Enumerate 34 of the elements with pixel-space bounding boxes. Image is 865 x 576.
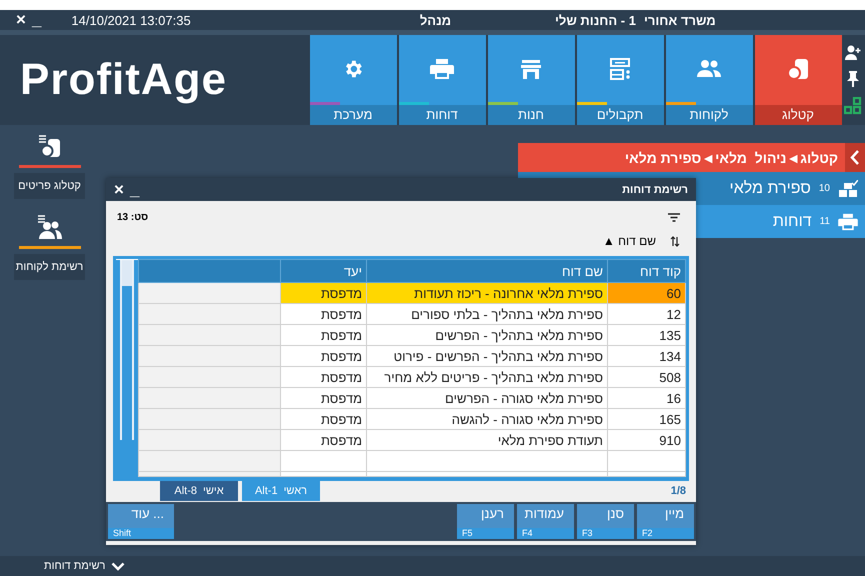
breadcrumb: קטלוג◄ניהול מלאי◄ספירת מלאי — [624, 150, 839, 166]
dialog-title: רשימת דוחות — [622, 184, 688, 196]
table-cell: תעודת ספירת מלאי — [366, 430, 608, 450]
table-cell: 508 — [608, 366, 686, 388]
table-cell: מדפסת — [280, 430, 366, 450]
table-cell: 16 — [608, 388, 686, 408]
branch-name: 1 - החנות שלי — [555, 12, 636, 28]
table-cell: 134 — [608, 346, 686, 366]
table-cell: 60 — [608, 282, 686, 304]
table-cell: מדפסת — [280, 408, 366, 430]
panel-label: רשימת דוחות — [44, 560, 106, 572]
table-cell: ספירת מלאי בתהליך - פריטים ללא מחיר — [366, 366, 608, 388]
table-cell: מדפסת — [280, 282, 366, 304]
logo: ProfitAge — [20, 55, 227, 105]
table-cell: ספירת מלאי בתהליך - בלתי ספורים — [366, 304, 608, 324]
location-name: משרד אחורי — [644, 12, 716, 28]
table-cell: מדפסת — [280, 304, 366, 324]
table-cell: ספירת מלאי סגורה - הפרשים — [366, 388, 608, 408]
table-cell: 12 — [608, 304, 686, 324]
table-cell: מדפסת — [280, 388, 366, 408]
table-cell: 165 — [608, 408, 686, 430]
table-cell: ספירת מלאי אחרונה - ריכוז תעודות — [366, 282, 608, 304]
page-indicator: 1/8 — [670, 485, 686, 497]
table-cell: ספירת מלאי בתהליך - הפרשים - פירוט — [366, 346, 608, 366]
table-cell: 910 — [608, 430, 686, 450]
table-cell: 135 — [608, 324, 686, 346]
table-cell: מדפסת — [280, 324, 366, 346]
record-count: סט: 13 — [117, 212, 148, 223]
table-cell: ספירת מלאי סגורה - להגשה — [366, 408, 608, 430]
table-cell: מדפסת — [280, 346, 366, 366]
table-cell: מדפסת — [280, 366, 366, 388]
table-cell: ספירת מלאי בתהליך - הפרשים — [366, 324, 608, 346]
user-name: מנהל — [420, 12, 452, 28]
date-time: 14/10/2021 13:07:35 — [71, 12, 191, 28]
